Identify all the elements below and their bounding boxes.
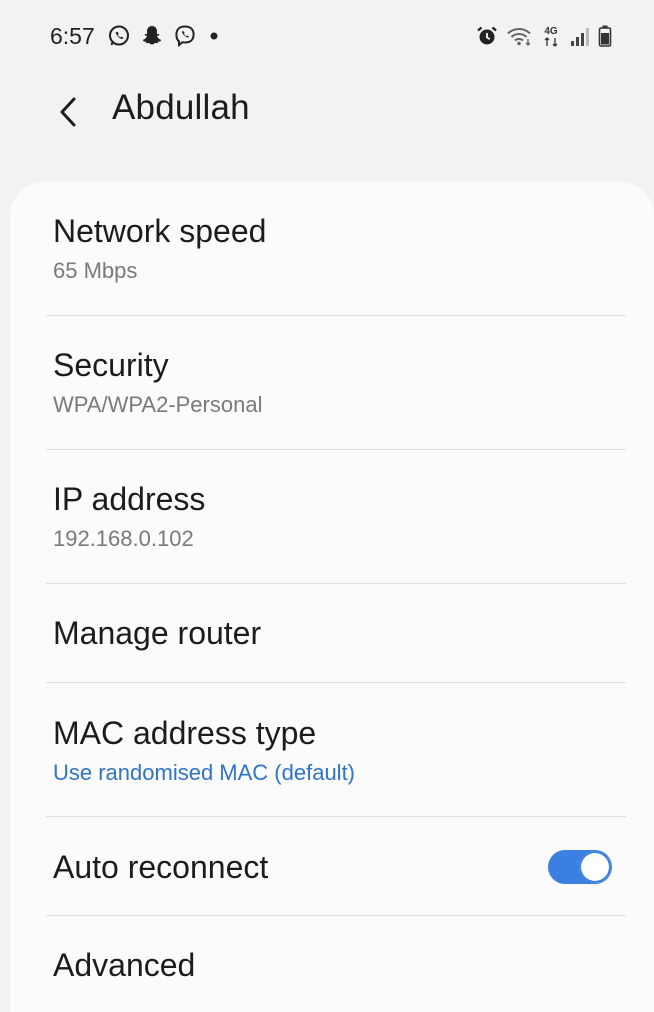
divider bbox=[46, 315, 626, 316]
mac-address-type-item[interactable]: MAC address type Use randomised MAC (def… bbox=[10, 714, 654, 787]
app-header: Abdullah bbox=[0, 72, 654, 172]
manage-router-item[interactable]: Manage router bbox=[10, 614, 654, 652]
auto-reconnect-item[interactable]: Auto reconnect bbox=[10, 834, 654, 900]
status-right: 4G bbox=[476, 24, 612, 48]
status-time: 6:57 bbox=[50, 22, 95, 49]
status-bar: 6:57 4G bbox=[0, 0, 654, 72]
svg-text:4G: 4G bbox=[544, 26, 558, 37]
viber-icon bbox=[173, 24, 197, 48]
settings-card: Network speed 65 Mbps Security WPA/WPA2-… bbox=[10, 182, 654, 1012]
divider bbox=[46, 682, 626, 683]
page-title: Abdullah bbox=[112, 88, 250, 127]
4g-icon: 4G bbox=[540, 24, 562, 48]
chevron-left-icon bbox=[56, 95, 80, 129]
item-title: Advanced bbox=[53, 947, 196, 983]
toggle-knob bbox=[579, 851, 611, 883]
advanced-item[interactable]: Advanced bbox=[10, 946, 654, 984]
whatsapp-icon bbox=[107, 24, 131, 48]
battery-icon bbox=[598, 24, 612, 48]
item-title: MAC address type bbox=[53, 715, 317, 751]
divider bbox=[46, 816, 626, 817]
signal-icon bbox=[570, 25, 590, 47]
item-title: Network speed bbox=[53, 213, 267, 249]
security-item[interactable]: Security WPA/WPA2-Personal bbox=[10, 346, 654, 419]
item-subtitle: 65 Mbps bbox=[53, 258, 138, 283]
item-title: Manage router bbox=[53, 615, 262, 651]
item-subtitle: WPA/WPA2-Personal bbox=[53, 392, 263, 417]
item-subtitle: 192.168.0.102 bbox=[53, 526, 194, 551]
ip-address-item[interactable]: IP address 192.168.0.102 bbox=[10, 480, 654, 553]
notification-dot-icon bbox=[207, 29, 221, 43]
alarm-icon bbox=[476, 25, 498, 47]
network-speed-item[interactable]: Network speed 65 Mbps bbox=[10, 212, 654, 285]
divider bbox=[46, 915, 626, 916]
wifi-icon bbox=[506, 25, 532, 47]
status-left: 6:57 bbox=[50, 23, 221, 50]
item-title: IP address bbox=[53, 481, 206, 517]
back-button[interactable] bbox=[46, 90, 90, 134]
item-subtitle: Use randomised MAC (default) bbox=[53, 760, 356, 785]
divider bbox=[46, 449, 626, 450]
snapchat-icon bbox=[141, 24, 163, 48]
item-title: Security bbox=[53, 347, 169, 383]
auto-reconnect-toggle[interactable] bbox=[548, 850, 612, 884]
divider bbox=[46, 583, 626, 584]
